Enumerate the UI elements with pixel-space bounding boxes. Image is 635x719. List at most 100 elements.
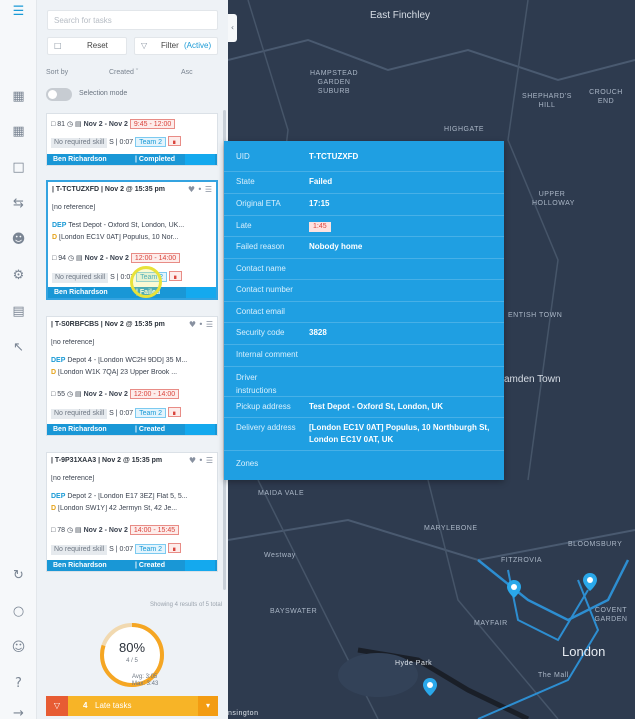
search-input[interactable]: Search for tasks — [47, 10, 218, 30]
task-dates: Nov 2 - Nov 2 — [83, 121, 128, 128]
detail-row: Zones — [224, 451, 504, 480]
sort-select[interactable]: Created ˇ — [109, 69, 138, 76]
selection-mode-toggle[interactable] — [46, 88, 72, 101]
task-reference: [no reference] — [52, 204, 96, 211]
task-menu-icon[interactable]: ♥ • ☰ — [189, 320, 213, 329]
map-label: London — [562, 644, 606, 659]
routes-icon[interactable]: ⇆ — [11, 196, 26, 211]
detail-key: Delivery address — [236, 423, 296, 432]
sync-icon[interactable]: ↻ — [11, 568, 26, 583]
clock-icon: ◷ — [66, 391, 74, 398]
detail-key: Late — [236, 221, 252, 230]
task-menu-icon[interactable]: ♥ • ☰ — [189, 456, 213, 465]
skill-badge: No required skill — [52, 273, 109, 283]
detail-key: Contact name — [236, 264, 286, 273]
dep-tag: DEP — [52, 222, 67, 229]
users-icon[interactable]: ☻ — [11, 232, 26, 247]
task-reference: [no reference] — [51, 339, 95, 346]
detail-row: Contact name — [224, 259, 504, 280]
lock-icon[interactable]: ∎ — [168, 407, 181, 417]
detail-row: State Failed — [224, 172, 504, 194]
detail-key: Contact email — [236, 307, 285, 316]
filter-icon: ▽ — [141, 41, 148, 50]
driver-name: Ben Richardson — [53, 156, 107, 163]
calendar-icon: ▤ — [75, 121, 82, 128]
detail-value: 3828 — [309, 328, 327, 337]
status-side — [185, 560, 215, 571]
chevron-down-icon[interactable]: ▾ — [198, 696, 218, 716]
help-icon[interactable]: ? — [11, 676, 26, 691]
calendar-icon[interactable]: ▦ — [11, 124, 26, 139]
task-count: 81 — [57, 121, 65, 128]
map-label: MAYFAIR — [474, 620, 508, 627]
task-status: | Created — [135, 426, 165, 433]
map-label: ENTISH TOWN — [508, 312, 563, 319]
hierarchy-icon[interactable]: ○ — [11, 604, 26, 619]
map-label: The Mall — [538, 672, 569, 679]
map-label: East Finchley — [370, 10, 431, 21]
filter-icon[interactable]: ▽ — [46, 696, 68, 716]
status-side — [185, 154, 215, 165]
lock-icon[interactable]: ∎ — [169, 271, 182, 281]
detail-value: 17:15 — [309, 199, 330, 208]
task-card[interactable]: □ 81 ◷ ▤ Nov 2 - Nov 2 9:45 - 12:00 No r… — [46, 113, 218, 166]
detail-key: Driver instructions — [236, 373, 277, 395]
dep-tag: DEP — [51, 357, 66, 364]
lock-icon[interactable]: ∎ — [168, 136, 181, 146]
logout-icon[interactable]: → — [11, 706, 26, 719]
time-window-badge: 9:45 - 12:00 — [129, 119, 176, 129]
detail-value: Test Depot - Oxford St, London, UK — [309, 402, 444, 411]
late-tasks-bar[interactable]: ▽ 4 Late tasks ▾ — [46, 696, 218, 716]
service-time: S | 0:07 — [109, 139, 134, 146]
delivery-address: [London SW1Y] 42 Jermyn St, 42 Je... — [58, 505, 178, 512]
sort-direction[interactable]: Asc — [181, 69, 193, 76]
task-status-bar: Ben Richardson | Created — [47, 424, 217, 435]
late-label: Late tasks — [95, 701, 132, 710]
task-count: 55 — [57, 391, 65, 398]
gauge-count: 4 / 5 — [126, 658, 138, 664]
reset-label: Reset — [87, 41, 108, 50]
task-card[interactable]: | T-9P31XAA3 | Nov 2 @ 15:35 pm ♥ • ☰ [n… — [46, 452, 218, 572]
collapse-panel-button[interactable]: ‹ — [228, 14, 237, 42]
map-label: BAYSWATER — [270, 608, 318, 615]
detail-row: Late 1:45 — [224, 216, 504, 237]
tasks-icon[interactable]: ☰ — [11, 4, 26, 19]
map-label: amden Town — [504, 374, 561, 385]
map-pin[interactable] — [507, 580, 521, 598]
task-dates: Nov 2 - Nov 2 — [83, 391, 128, 398]
settings-icon[interactable]: ⚙ — [11, 268, 26, 283]
map-icon[interactable]: ▦ — [11, 89, 26, 104]
chart-icon[interactable]: ↖ — [11, 340, 26, 355]
task-count: 78 — [57, 527, 65, 534]
skill-badge: No required skill — [51, 545, 108, 555]
map-label: COVENT GARDEN — [594, 607, 628, 623]
box-icon[interactable]: □ — [11, 160, 26, 175]
driver-name: Ben Richardson — [53, 426, 107, 433]
filter-button[interactable]: ▽ Filter (Active) — [134, 37, 218, 55]
cursor-highlight — [130, 266, 162, 298]
clock-icon: ◷ — [66, 527, 74, 534]
team-badge: Team 2 — [135, 544, 167, 554]
lock-icon[interactable]: ∎ — [168, 543, 181, 553]
reset-button[interactable]: □ Reset — [47, 37, 127, 55]
store-icon[interactable]: ▤ — [11, 304, 26, 319]
detail-value: [London EC1V 0AT] Populus, 10 Northburgh… — [309, 423, 490, 444]
detail-value: T-TCTUZXFD — [309, 152, 359, 161]
filter-state: (Active) — [184, 41, 212, 50]
results-count: Showing 4 results of 5 total — [149, 602, 222, 608]
team-icon[interactable]: ☺ — [11, 640, 26, 655]
detail-key: Failed reason — [236, 242, 285, 251]
map-label: HAMPSTEAD GARDEN SUBURB — [309, 70, 359, 95]
task-menu-icon[interactable]: ♥ • ☰ — [188, 185, 212, 194]
map-pin[interactable] — [583, 573, 597, 591]
delivery-tag: D — [52, 234, 58, 241]
pickup-address: Test Depot - Oxford St, London, UK... — [68, 222, 185, 229]
driver-name: Ben Richardson — [53, 562, 107, 569]
detail-row: Failed reason Nobody home — [224, 237, 504, 259]
selection-mode-label: Selection mode — [79, 90, 128, 97]
map-pin[interactable] — [423, 678, 437, 696]
task-card[interactable]: | T-S0RBFCBS | Nov 2 @ 15:35 pm ♥ • ☰ [n… — [46, 316, 218, 436]
detail-row: Contact email — [224, 302, 504, 323]
driver-name: Ben Richardson — [54, 289, 108, 296]
status-side — [186, 287, 216, 298]
